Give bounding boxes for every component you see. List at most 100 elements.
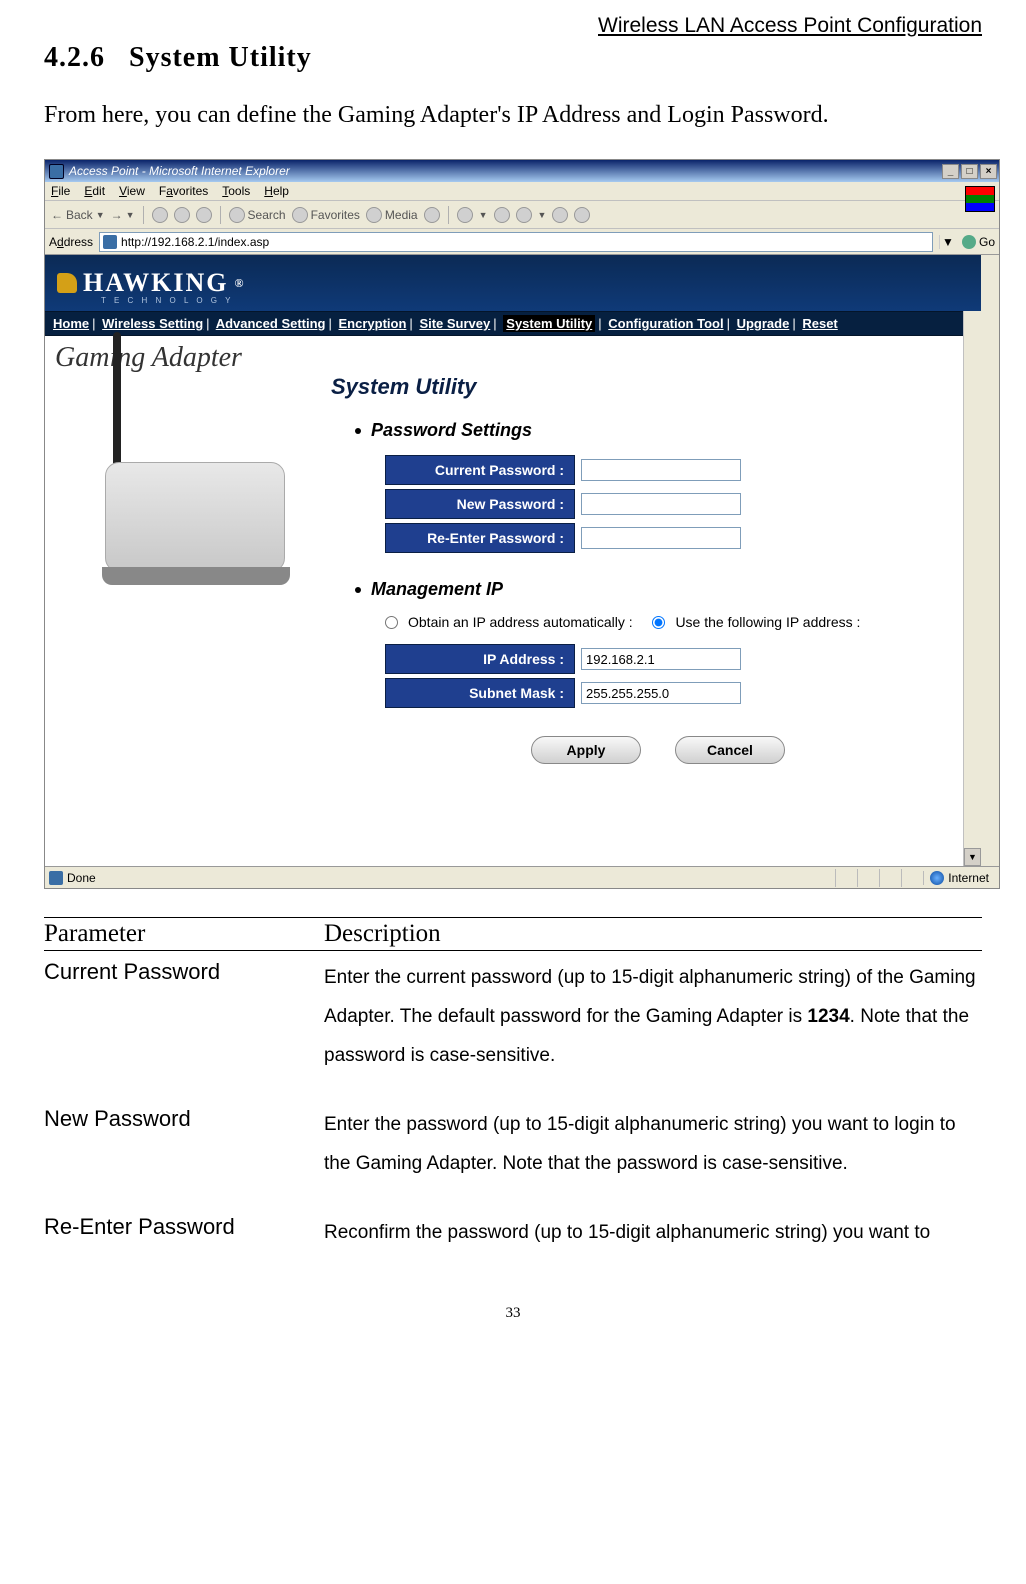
brand-logo: HAWKING®: [57, 268, 245, 298]
table-row: Current Password Enter the current passw…: [44, 951, 982, 1076]
table-header-row: Parameter Description: [44, 918, 982, 950]
home-icon[interactable]: [196, 207, 212, 223]
current-password-input[interactable]: [581, 459, 741, 481]
ie-throbber-icon: [965, 186, 995, 212]
print-icon[interactable]: [494, 207, 510, 223]
reenter-password-input[interactable]: [581, 527, 741, 549]
current-password-row: Current Password :: [385, 455, 961, 485]
nav-advanced[interactable]: Advanced Setting: [216, 316, 326, 331]
scroll-down-button[interactable]: ▼: [964, 848, 981, 866]
param-desc-reenter: Reconfirm the password (up to 15-digit a…: [324, 1214, 982, 1253]
ip-auto-label: Obtain an IP address automatically :: [408, 614, 633, 630]
antenna-graphic: [113, 332, 121, 472]
bullet-icon: [355, 587, 361, 593]
refresh-icon[interactable]: [174, 207, 190, 223]
nav-config-tool[interactable]: Configuration Tool: [608, 316, 723, 331]
edit-dropdown[interactable]: ▼: [538, 210, 547, 220]
vertical-scrollbar[interactable]: ▲ ▼: [963, 255, 981, 866]
subnet-label: Subnet Mask :: [385, 678, 575, 708]
bullet-icon: [355, 428, 361, 434]
mgmt-heading-text: Management IP: [371, 579, 503, 600]
ip-auto-radio[interactable]: [385, 616, 398, 629]
page-icon: [103, 235, 117, 249]
go-icon: [962, 235, 976, 249]
col-header-parameter: Parameter: [44, 920, 324, 948]
status-cells: [835, 869, 923, 887]
nav-reset[interactable]: Reset: [802, 316, 837, 331]
search-icon: [229, 207, 245, 223]
messenger-icon[interactable]: [574, 207, 590, 223]
document-page: Wireless LAN Access Point Configuration …: [0, 0, 1026, 1362]
discuss-icon[interactable]: [552, 207, 568, 223]
nav-system-utility[interactable]: System Utility: [503, 315, 595, 332]
media-button[interactable]: Media: [366, 207, 418, 223]
nav-upgrade[interactable]: Upgrade: [737, 316, 790, 331]
window-title: Access Point - Microsoft Internet Explor…: [69, 164, 940, 178]
search-button[interactable]: Search: [229, 207, 286, 223]
history-icon[interactable]: [424, 207, 440, 223]
go-label: Go: [979, 235, 995, 249]
edit-icon[interactable]: [516, 207, 532, 223]
ip-address-input[interactable]: [581, 648, 741, 670]
nav-encryption[interactable]: Encryption: [339, 316, 407, 331]
address-label: Address: [49, 235, 93, 249]
new-password-input[interactable]: [581, 493, 741, 515]
section-title: System Utility: [129, 42, 312, 73]
subnet-input[interactable]: [581, 682, 741, 704]
address-dropdown[interactable]: ▼: [939, 235, 956, 249]
param-name-new: New Password: [44, 1106, 324, 1184]
desc-pre: Reconfirm the password (up to 15-digit a…: [324, 1222, 930, 1243]
back-button[interactable]: ← Back ▼: [51, 208, 105, 222]
menubar: File Edit View Favorites Tools Help: [45, 182, 999, 201]
mail-dropdown[interactable]: ▼: [479, 210, 488, 220]
addressbar: Address http://192.168.2.1/index.asp ▼ G…: [45, 229, 999, 255]
menu-file[interactable]: File: [51, 184, 70, 198]
status-text: Done: [67, 871, 96, 885]
close-button[interactable]: ×: [980, 164, 997, 179]
forward-button[interactable]: → ▼: [111, 208, 135, 222]
ip-mode-row: Obtain an IP address automatically : Use…: [385, 614, 961, 630]
go-button[interactable]: Go: [962, 235, 995, 249]
desc-bold: 1234: [807, 1006, 849, 1027]
statusbar: Done Internet: [45, 866, 999, 888]
back-label: Back: [66, 208, 93, 222]
nav-survey[interactable]: Site Survey: [419, 316, 490, 331]
device-title: Gaming Adapter: [45, 336, 325, 374]
running-header: Wireless LAN Access Point Configuration: [44, 14, 982, 38]
favorites-button[interactable]: Favorites: [292, 207, 360, 223]
cancel-button[interactable]: Cancel: [675, 736, 785, 764]
internet-zone-icon: [930, 871, 944, 885]
menu-help[interactable]: Help: [264, 184, 289, 198]
apply-button[interactable]: Apply: [531, 736, 641, 764]
maximize-button[interactable]: □: [961, 164, 978, 179]
intro-paragraph: From here, you can define the Gaming Ada…: [44, 102, 982, 129]
nav-home[interactable]: Home: [53, 316, 89, 331]
mail-icon[interactable]: [457, 207, 473, 223]
ie-icon: [49, 164, 64, 179]
menu-tools[interactable]: Tools: [222, 184, 250, 198]
param-name-current: Current Password: [44, 959, 324, 1076]
zone-label: Internet: [948, 871, 989, 885]
top-nav: Home| Wireless Setting| Advanced Setting…: [45, 311, 981, 336]
search-label: Search: [248, 208, 286, 222]
ip-address-label: IP Address :: [385, 644, 575, 674]
minimize-button[interactable]: _: [942, 164, 959, 179]
param-desc-new: Enter the password (up to 15-digit alpha…: [324, 1106, 982, 1184]
address-input[interactable]: http://192.168.2.1/index.asp: [99, 232, 933, 252]
screenshot-container: Access Point - Microsoft Internet Explor…: [44, 159, 1000, 889]
management-ip-heading: Management IP: [331, 579, 961, 600]
subnet-row: Subnet Mask :: [385, 678, 961, 708]
favorites-icon: [292, 207, 308, 223]
media-icon: [366, 207, 382, 223]
ip-manual-radio[interactable]: [652, 616, 665, 629]
param-desc-current: Enter the current password (up to 15-dig…: [324, 959, 982, 1076]
stop-icon[interactable]: [152, 207, 168, 223]
window-titlebar: Access Point - Microsoft Internet Explor…: [45, 160, 999, 182]
nav-wireless[interactable]: Wireless Setting: [102, 316, 203, 331]
menu-favorites[interactable]: Favorites: [159, 184, 208, 198]
password-settings-heading: Password Settings: [331, 420, 961, 441]
menu-view[interactable]: View: [119, 184, 145, 198]
table-row: New Password Enter the password (up to 1…: [44, 1098, 982, 1184]
menu-edit[interactable]: Edit: [84, 184, 105, 198]
hawk-icon: [57, 273, 77, 293]
